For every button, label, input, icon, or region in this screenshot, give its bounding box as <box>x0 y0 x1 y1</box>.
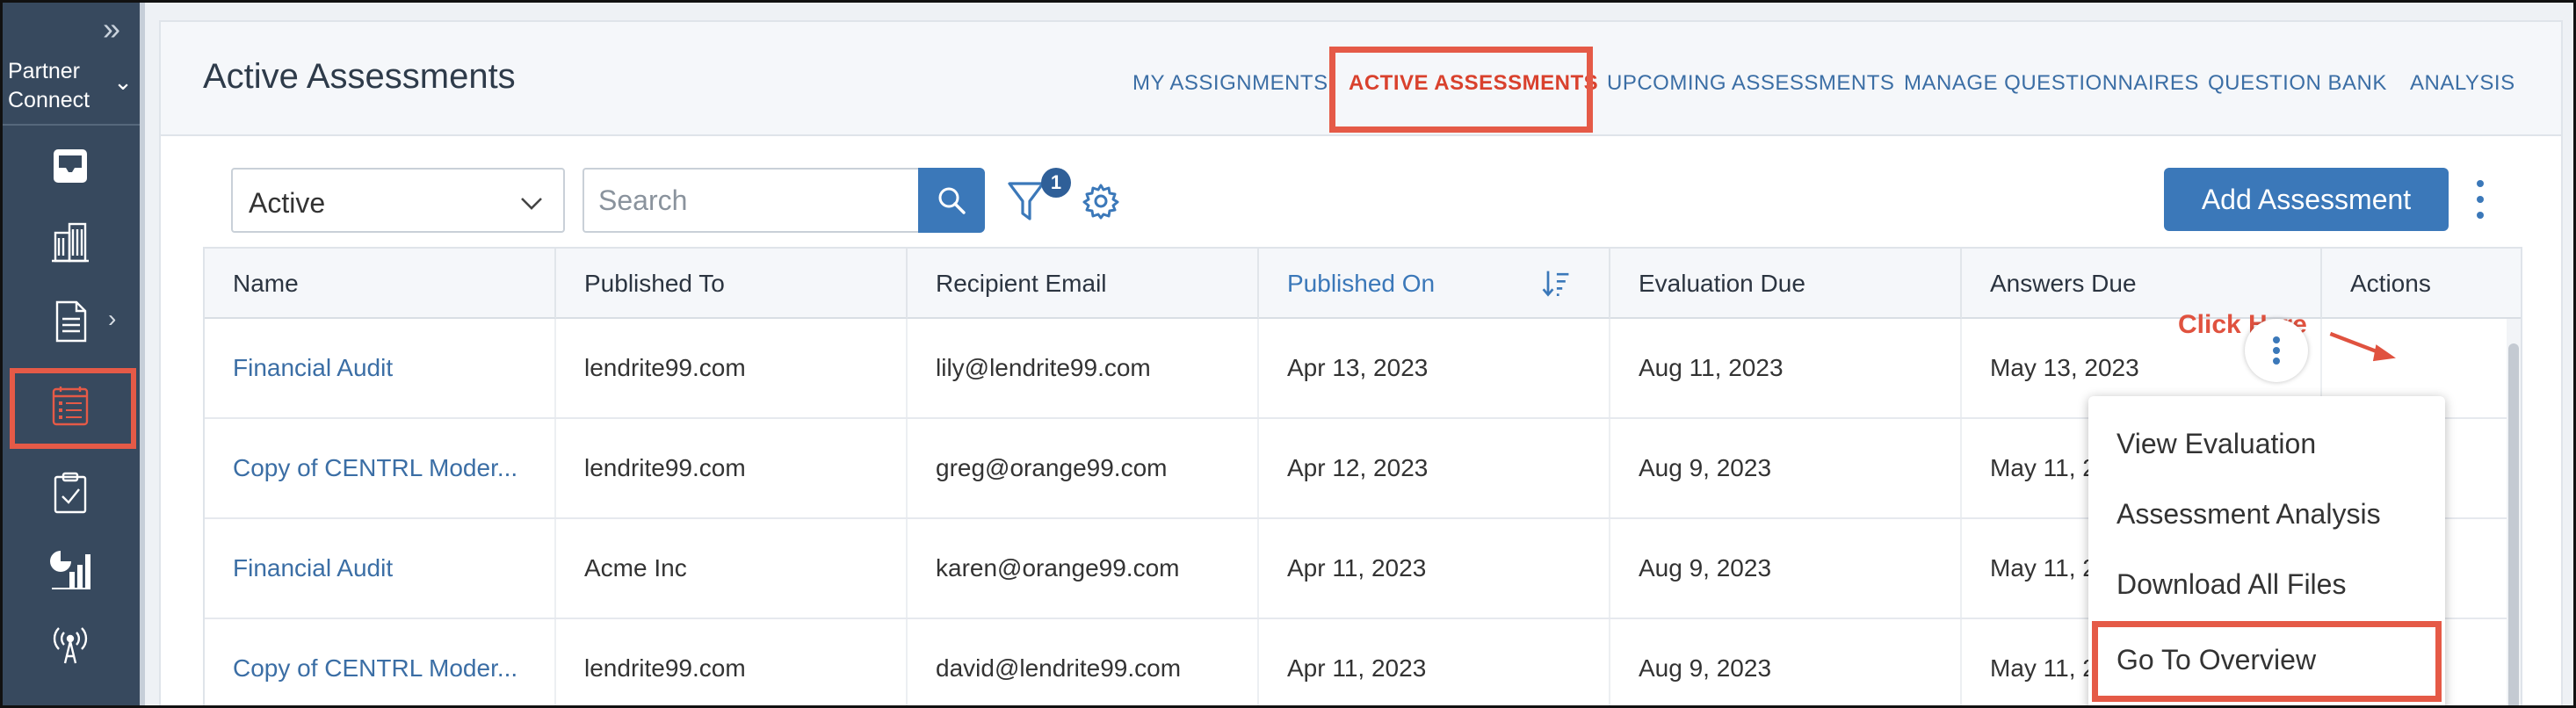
assessment-name-link[interactable]: Financial Audit <box>205 519 556 618</box>
tab-analysis[interactable]: ANALYSIS <box>2410 71 2515 96</box>
building-icon <box>52 222 89 263</box>
search-box <box>582 168 918 233</box>
column-header-recipient-email[interactable]: Recipient Email <box>908 249 1259 319</box>
sidebar: » Partner Connect ⌄ › <box>3 3 141 705</box>
column-header-published-on[interactable]: Published On <box>1259 249 1610 319</box>
brand-switcher[interactable]: Partner Connect ⌄ <box>8 57 138 119</box>
sort-descending-icon <box>1542 271 1569 297</box>
search-input[interactable] <box>584 170 918 231</box>
menu-item-view-evaluation[interactable]: View Evaluation <box>2088 408 2445 479</box>
sidebar-item-assessments[interactable] <box>3 363 141 449</box>
sidebar-scrollbar[interactable] <box>140 3 145 705</box>
published-on-cell: Apr 11, 2023 <box>1259 619 1610 705</box>
chevron-down-icon: ⌄ <box>113 69 133 95</box>
gear-icon[interactable] <box>1082 182 1120 220</box>
tab-manage-questionnaires[interactable]: MANAGE QUESTIONNAIRES <box>1904 71 2199 96</box>
published-to-cell: Acme Inc <box>556 519 908 618</box>
column-header-label: Published On <box>1287 270 1436 297</box>
table-scrollbar-thumb[interactable] <box>2508 343 2519 705</box>
recipient-email-cell: greg@orange99.com <box>908 419 1259 517</box>
recipient-email-cell: karen@orange99.com <box>908 519 1259 618</box>
search-button[interactable] <box>918 168 985 233</box>
published-to-cell: lendrite99.com <box>556 419 908 517</box>
sidebar-item-inbox[interactable] <box>3 131 141 201</box>
add-assessment-button[interactable]: Add Assessment <box>2164 168 2449 231</box>
app-window: » Partner Connect ⌄ › Active Assessments… <box>0 0 2576 708</box>
published-to-cell: lendrite99.com <box>556 319 908 417</box>
brand-label: Partner Connect <box>8 59 90 112</box>
filter-count-badge: 1 <box>1041 168 1071 198</box>
page-title: Active Assessments <box>203 57 516 96</box>
column-header-actions: Actions <box>2322 249 2521 319</box>
tab-upcoming-assessments[interactable]: UPCOMING ASSESSMENTS <box>1607 71 1894 96</box>
tab-question-bank[interactable]: QUESTION BANK <box>2208 71 2387 96</box>
search-icon <box>938 187 966 214</box>
evaluation-due-cell: Aug 9, 2023 <box>1610 519 1962 618</box>
sidebar-item-signals[interactable] <box>3 609 141 679</box>
page-header: Active Assessments MY ASSIGNMENTS ACTIVE… <box>161 22 2561 136</box>
inbox-icon <box>54 149 87 183</box>
evaluation-due-cell: Aug 11, 2023 <box>1610 319 1962 417</box>
analytics-chart-icon <box>50 551 90 589</box>
chevron-down-icon <box>521 198 542 210</box>
highlight-box <box>1329 47 1593 133</box>
sidebar-item-vendors[interactable] <box>3 206 141 277</box>
published-on-cell: Apr 11, 2023 <box>1259 519 1610 618</box>
status-select-value: Active <box>249 187 326 219</box>
assessment-name-link[interactable]: Copy of CENTRL Moder... <box>205 419 556 517</box>
document-icon <box>55 300 87 343</box>
published-on-cell: Apr 12, 2023 <box>1259 419 1610 517</box>
tab-my-assignments[interactable]: MY ASSIGNMENTS <box>1132 71 1328 96</box>
published-to-cell: lendrite99.com <box>556 619 908 705</box>
more-options-icon[interactable] <box>2463 171 2498 228</box>
sidebar-item-analytics[interactable] <box>3 533 141 603</box>
sidebar-item-tasks[interactable] <box>3 458 141 528</box>
expand-sidebar-icon[interactable]: » <box>94 11 129 47</box>
annotation-arrow-icon <box>2329 331 2396 362</box>
assessment-name-link[interactable]: Copy of CENTRL Moder... <box>205 619 556 705</box>
chevron-right-icon: › <box>108 305 117 332</box>
highlight-box <box>2092 621 2442 702</box>
column-header-name[interactable]: Name <box>205 249 556 319</box>
published-on-cell: Apr 13, 2023 <box>1259 319 1610 417</box>
broadcast-tower-icon <box>53 627 88 664</box>
divider <box>3 124 141 126</box>
assessment-list-icon <box>52 387 89 426</box>
column-header-answers-due[interactable]: Answers Due <box>1962 249 2322 319</box>
recipient-email-cell: david@lendrite99.com <box>908 619 1259 705</box>
evaluation-due-cell: Aug 9, 2023 <box>1610 619 1962 705</box>
column-header-evaluation-due[interactable]: Evaluation Due <box>1610 249 1962 319</box>
row-actions-menu: View Evaluation Assessment Analysis Down… <box>2088 396 2445 705</box>
menu-item-download-all-files[interactable]: Download All Files <box>2088 549 2445 619</box>
column-header-published-to[interactable]: Published To <box>556 249 908 319</box>
sidebar-item-documents[interactable]: › <box>3 285 141 356</box>
menu-item-assessment-analysis[interactable]: Assessment Analysis <box>2088 479 2445 549</box>
recipient-email-cell: lily@lendrite99.com <box>908 319 1259 417</box>
row-actions-button[interactable] <box>2245 319 2308 382</box>
status-select[interactable]: Active <box>231 168 565 233</box>
evaluation-due-cell: Aug 9, 2023 <box>1610 419 1962 517</box>
assessment-name-link[interactable]: Financial Audit <box>205 319 556 417</box>
clipboard-check-icon <box>54 472 87 514</box>
